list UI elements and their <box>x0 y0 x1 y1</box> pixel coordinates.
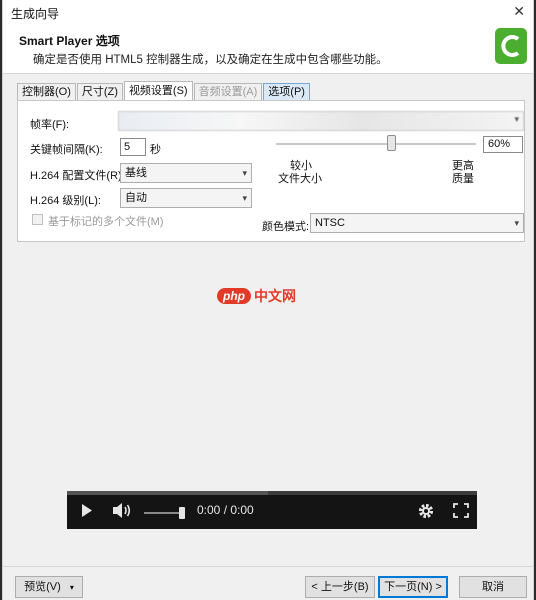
quality-percent-input[interactable]: 60% <box>483 136 523 153</box>
video-player-preview: 0:00 / 0:00 <box>67 491 477 529</box>
h264-profile-value: 基线 <box>125 167 147 179</box>
frame-rate-label: 帧率(F): <box>30 119 70 131</box>
h264-level-label: H.264 级别(L): <box>30 195 101 207</box>
keyframe-interval-input[interactable]: 5 <box>120 138 146 156</box>
wizard-window: 生成向导 ✕ Smart Player 选项 确定是否使用 HTML5 控制器生… <box>2 0 534 600</box>
quality-slider-track[interactable] <box>276 143 476 145</box>
quality-slider-thumb[interactable] <box>387 135 396 151</box>
h264-level-value: 自动 <box>125 192 147 204</box>
next-button[interactable]: 下一页(N) > <box>378 576 448 598</box>
video-settings-panel: 帧率(F): ▾ 关键帧间隔(K): 5 秒 60% 较小 文件大小 更高 质量… <box>17 100 525 242</box>
color-mode-value: NTSC <box>315 217 345 229</box>
watermark-text: 中文网 <box>254 288 296 304</box>
color-mode-select[interactable]: NTSC ▾ <box>310 213 524 233</box>
tab-audio-settings[interactable]: 音频设置(A) <box>193 83 263 100</box>
keyframe-unit-label: 秒 <box>150 144 161 156</box>
frame-rate-select[interactable]: ▾ <box>118 111 524 131</box>
keyframe-interval-label: 关键帧间隔(K): <box>30 144 103 156</box>
tab-controller[interactable]: 控制器(O) <box>17 83 76 100</box>
cancel-button[interactable]: 取消 <box>459 576 527 598</box>
tab-strip: 控制器(O) 尺寸(Z) 视频设置(S) 音频设置(A) 选项(P) <box>17 81 311 100</box>
back-button[interactable]: < 上一步(B) <box>305 576 375 598</box>
play-icon[interactable] <box>81 504 93 520</box>
volume-slider-knob[interactable] <box>179 507 185 519</box>
player-progress-bar[interactable] <box>67 491 477 495</box>
multi-file-checkbox[interactable] <box>32 214 43 225</box>
chevron-down-icon: ▾ <box>514 218 519 228</box>
slider-left-label-2: 文件大小 <box>278 173 322 185</box>
preview-button-label: 预览(V) <box>24 581 61 593</box>
settings-gear-icon[interactable] <box>417 502 435 523</box>
fullscreen-icon[interactable] <box>453 503 469 521</box>
title-bar: 生成向导 ✕ <box>3 0 533 24</box>
close-icon[interactable]: ✕ <box>513 3 525 20</box>
slider-right-label-2: 质量 <box>452 173 474 185</box>
preview-button[interactable]: 预览(V) ▾ <box>15 576 83 598</box>
volume-icon[interactable] <box>112 502 132 522</box>
tab-video-settings[interactable]: 视频设置(S) <box>123 81 193 100</box>
window-title: 生成向导 <box>11 7 60 21</box>
player-time: 0:00 / 0:00 <box>197 503 254 517</box>
tab-options[interactable]: 选项(P) <box>263 83 310 100</box>
h264-profile-label: H.264 配置文件(R): <box>30 170 125 182</box>
multi-file-label: 基于标记的多个文件(M) <box>48 216 164 228</box>
page-title: Smart Player 选项 <box>19 34 120 48</box>
wizard-button-bar: 预览(V) ▾ < 上一步(B) 下一页(N) > 取消 <box>3 566 533 600</box>
wizard-header: Smart Player 选项 确定是否使用 HTML5 控制器生成，以及确定在… <box>3 24 533 74</box>
chevron-down-icon: ▾ <box>514 114 519 124</box>
volume-slider[interactable] <box>144 512 184 514</box>
tab-size[interactable]: 尺寸(Z) <box>76 83 123 100</box>
h264-level-select[interactable]: 自动 ▾ <box>120 188 252 208</box>
player-progress-fill <box>67 491 268 495</box>
page-subtitle: 确定是否使用 HTML5 控制器生成，以及确定在生成中包含哪些功能。 <box>33 54 388 66</box>
watermark-badge: php <box>217 288 251 304</box>
chevron-down-icon: ▾ <box>69 583 74 592</box>
camtasia-logo-icon <box>495 28 527 64</box>
php-watermark: php 中文网 <box>217 286 296 306</box>
h264-profile-select[interactable]: 基线 ▾ <box>120 163 252 183</box>
chevron-down-icon: ▾ <box>242 193 247 203</box>
chevron-down-icon: ▾ <box>242 168 247 178</box>
color-mode-label: 颜色模式: <box>262 221 310 233</box>
